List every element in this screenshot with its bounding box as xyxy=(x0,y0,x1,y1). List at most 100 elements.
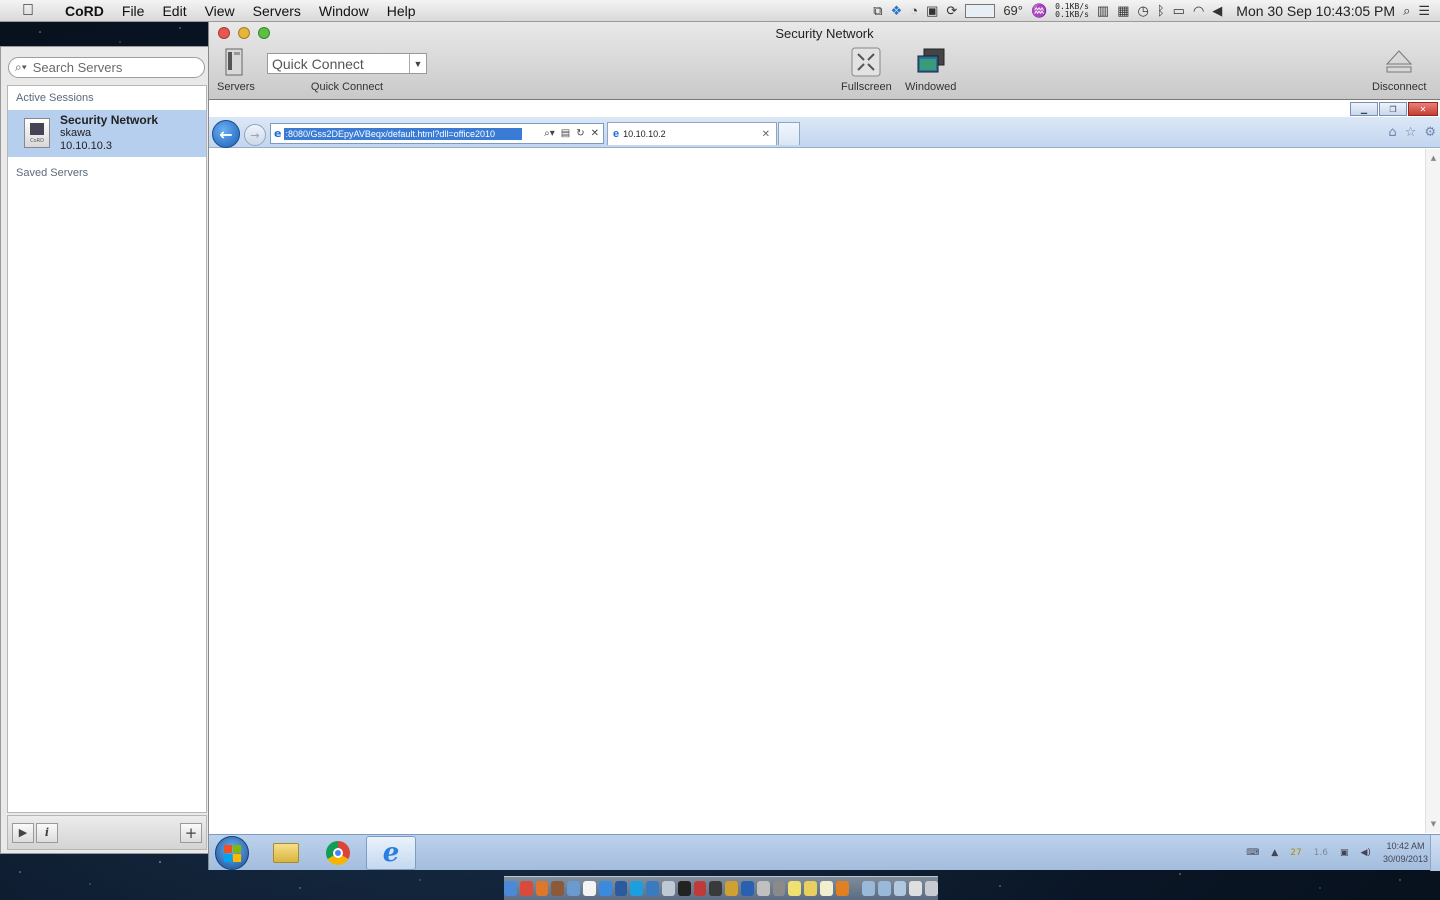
network-icon[interactable]: ▣ xyxy=(1340,848,1349,858)
ie-restore-button[interactable]: ❐ xyxy=(1379,102,1407,116)
folder-dock-icon-2[interactable] xyxy=(877,881,891,896)
app-icon-16[interactable] xyxy=(741,881,754,896)
finder-icon[interactable] xyxy=(504,881,517,896)
skype-icon[interactable] xyxy=(630,881,644,896)
folder-dock-icon-1[interactable] xyxy=(861,881,875,896)
app-icon-21[interactable] xyxy=(820,881,833,896)
temperature[interactable]: 69° xyxy=(1003,3,1023,18)
taskbar-explorer[interactable] xyxy=(261,836,311,870)
spotlight-icon[interactable]: ⌕ xyxy=(1403,3,1410,19)
trash-icon[interactable] xyxy=(925,881,938,896)
scroll-down-icon[interactable]: ▼ xyxy=(1426,817,1440,831)
internet-explorer-icon: e xyxy=(382,838,400,868)
show-desktop-button[interactable] xyxy=(1430,835,1440,871)
remote-desktop[interactable]: ▁ ❐ ✕ ← → e :8080/Gss2DEpyAVBeqx/default… xyxy=(209,101,1440,871)
notification-center-icon[interactable]: ☰ xyxy=(1418,3,1430,19)
compat-view-icon[interactable]: ▤ xyxy=(561,128,570,139)
sync-icon[interactable]: ⟳ xyxy=(946,3,957,19)
time-machine-icon[interactable]: ◷ xyxy=(1137,3,1148,19)
disk-activity-icon[interactable]: ▦ xyxy=(1117,3,1129,19)
terminal-icon[interactable] xyxy=(677,881,691,896)
menu-view[interactable]: View xyxy=(196,3,244,19)
app-icon-26[interactable] xyxy=(909,881,923,896)
favorites-star-icon[interactable]: ☆ xyxy=(1405,125,1417,140)
app-icon-20[interactable] xyxy=(804,881,818,896)
volume-icon[interactable]: ◀ xyxy=(1212,3,1222,19)
stop-icon[interactable]: ✕ xyxy=(591,128,599,139)
display-icon[interactable]: ▣ xyxy=(926,3,938,19)
add-server-button[interactable]: + xyxy=(180,822,202,843)
firefox-icon[interactable] xyxy=(535,881,549,896)
ie-close-button[interactable]: ✕ xyxy=(1408,102,1438,116)
ie-minimize-button[interactable]: ▁ xyxy=(1350,102,1378,116)
address-url[interactable]: :8080/Gss2DEpyAVBeqx/default.html?dll=of… xyxy=(284,127,523,140)
menu-app[interactable]: CoRD xyxy=(56,3,113,19)
keyboard-icon[interactable]: ⌨ xyxy=(1246,848,1259,858)
tab-close-icon[interactable]: ✕ xyxy=(762,129,770,140)
app-icon-17[interactable] xyxy=(756,881,770,896)
address-bar[interactable]: e :8080/Gss2DEpyAVBeqx/default.html?dll=… xyxy=(270,123,604,144)
back-button[interactable]: ← xyxy=(212,120,240,148)
calendar-icon[interactable] xyxy=(583,881,596,896)
chrome-dock-icon[interactable] xyxy=(519,881,533,896)
search-servers-field[interactable]: ⌕▾ Search Servers xyxy=(8,57,205,78)
wifi-icon[interactable]: ◠ xyxy=(1193,3,1204,19)
menu-help[interactable]: Help xyxy=(378,3,425,19)
folder-dock-icon-3[interactable] xyxy=(893,881,907,896)
search-icon[interactable]: ⌕▾ xyxy=(544,128,555,139)
taskbar-chrome[interactable] xyxy=(313,836,363,870)
chevron-down-icon[interactable]: ▼ xyxy=(409,54,426,73)
menu-edit[interactable]: Edit xyxy=(153,3,195,19)
stickies-icon[interactable] xyxy=(788,881,802,896)
app-icon-13[interactable] xyxy=(693,881,707,896)
app-icon-5[interactable] xyxy=(567,881,581,896)
scroll-up-icon[interactable]: ▲ xyxy=(1426,151,1440,165)
info-button[interactable]: i xyxy=(36,822,58,843)
windowed-button[interactable]: Windowed xyxy=(905,46,956,93)
tray-clock[interactable]: 10:42 AM 30/09/2013 xyxy=(1383,840,1428,866)
menubar-clock[interactable]: Mon 30 Sep 10:43:05 PM xyxy=(1236,3,1395,19)
app-icon-4[interactable] xyxy=(551,881,565,896)
mail-icon[interactable] xyxy=(662,881,675,896)
window-switch-icon[interactable]: ⧉ xyxy=(873,3,882,19)
disconnect-button[interactable]: Disconnect xyxy=(1372,46,1426,93)
menu-servers[interactable]: Servers xyxy=(244,3,310,19)
connect-button[interactable]: ▶ xyxy=(12,822,34,843)
tab-title: 10.10.10.2 xyxy=(623,129,666,139)
menu-file[interactable]: File xyxy=(113,3,154,19)
app-icon-15[interactable] xyxy=(725,881,739,896)
start-button[interactable] xyxy=(215,836,249,870)
servers-toolbar-button[interactable]: Servers xyxy=(217,46,255,93)
apple-menu-icon[interactable]:  xyxy=(0,2,56,20)
session-item-security-network[interactable]: CoRD Security Network skawa 10.10.10.3 xyxy=(8,110,206,157)
taskbar-internet-explorer[interactable]: e xyxy=(366,836,416,870)
memory-icon[interactable]: ▥ xyxy=(1097,3,1109,19)
app-icon-10[interactable] xyxy=(646,881,660,896)
app-icon-14[interactable] xyxy=(709,881,723,896)
volume-icon[interactable]: ◀) xyxy=(1361,848,1371,858)
browser-tab[interactable]: e 10.10.10.2 ✕ xyxy=(607,122,777,145)
forward-button[interactable]: → xyxy=(244,124,266,146)
fullscreen-button[interactable]: Fullscreen xyxy=(841,46,892,93)
app-icon-8[interactable] xyxy=(614,881,628,896)
vertical-scrollbar[interactable]: ▲ ▼ xyxy=(1425,149,1440,833)
tray-num-1[interactable]: 27 xyxy=(1290,848,1301,858)
dropbox-icon[interactable]: ❖ xyxy=(891,3,903,19)
menu-window[interactable]: Window xyxy=(310,3,378,19)
tools-gear-icon[interactable]: ⚙ xyxy=(1424,125,1436,140)
battery-icon[interactable]: ▭ xyxy=(1173,3,1185,19)
network-speed[interactable]: 0.1KB/s 0.1KB/s xyxy=(1055,2,1089,19)
new-tab-button[interactable] xyxy=(778,122,800,145)
cpu-graph-icon[interactable] xyxy=(965,3,996,18)
bluetooth-icon[interactable]: ᛒ xyxy=(1157,3,1165,18)
tray-expand-icon[interactable]: ▲ xyxy=(1271,848,1278,858)
home-icon[interactable]: ⌂ xyxy=(1388,125,1396,140)
quick-connect-combo[interactable]: Quick Connect ▼ xyxy=(267,53,427,74)
refresh-icon[interactable]: ↻ xyxy=(576,128,584,139)
app-store-icon[interactable] xyxy=(598,881,612,896)
disk-icon[interactable]: ◔ xyxy=(910,3,918,18)
tray-num-2[interactable]: 1.6 xyxy=(1314,848,1328,858)
fan-icon[interactable]: ♒ xyxy=(1031,3,1047,19)
vlc-icon[interactable] xyxy=(835,881,849,896)
app-icon-18[interactable] xyxy=(772,881,786,896)
